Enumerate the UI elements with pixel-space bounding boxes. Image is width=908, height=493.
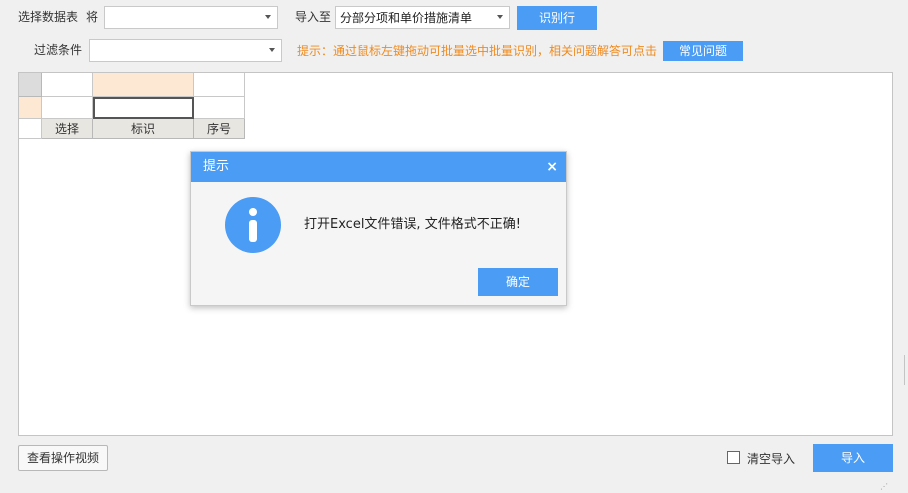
close-icon[interactable]: × [546, 152, 558, 182]
chevron-down-icon [265, 15, 271, 19]
grid-row-header-selected[interactable] [19, 97, 42, 119]
resize-grip-icon[interactable]: ⋰ [880, 482, 892, 492]
clear-import-label: 清空导入 [747, 452, 796, 466]
import-target-value: 分部分项和单价措施清单 [340, 11, 473, 25]
grid-col-header[interactable] [194, 73, 245, 97]
scrollbar-edge [904, 355, 908, 385]
dialog-message: 打开Excel文件错误, 文件格式不正确! [304, 217, 521, 232]
identify-row-button[interactable]: 识别行 [517, 6, 597, 30]
view-video-button[interactable]: 查看操作视频 [18, 445, 108, 471]
jiang-label: 将 [86, 10, 99, 24]
grid-cell[interactable] [42, 97, 93, 119]
sheet-select[interactable] [104, 6, 278, 29]
select-sheet-label: 选择数据表 [18, 10, 79, 24]
import-to-label: 导入至 [295, 10, 332, 24]
hint-text: 提示：通过鼠标左键拖动可批量选中批量识别，相关问题解答可点击 [297, 44, 658, 58]
grid-cell-active[interactable] [93, 97, 194, 119]
grid-col-header-selected[interactable] [93, 73, 194, 97]
confirm-button[interactable]: 确定 [478, 268, 558, 296]
clear-import-checkbox[interactable] [727, 451, 740, 464]
grid-corner[interactable] [19, 73, 42, 97]
column-header-seq[interactable]: 序号 [194, 119, 245, 139]
import-button[interactable]: 导入 [813, 444, 893, 472]
dialog-title: 提示 [203, 159, 230, 174]
grid-cell[interactable] [194, 97, 245, 119]
column-header-mark[interactable]: 标识 [93, 119, 194, 139]
grid-row-header[interactable] [19, 119, 42, 139]
chevron-down-icon [269, 48, 275, 52]
dialog-title-bar: 提示 × [191, 152, 566, 182]
grid-col-header[interactable] [42, 73, 93, 97]
chevron-down-icon [497, 15, 503, 19]
import-target-select[interactable]: 分部分项和单价措施清单 [335, 6, 510, 29]
message-dialog: 提示 × 打开Excel文件错误, 文件格式不正确! 确定 [190, 151, 567, 306]
column-header-select[interactable]: 选择 [42, 119, 93, 139]
filter-select[interactable] [89, 39, 282, 62]
faq-button[interactable]: 常见问题 [663, 41, 743, 61]
info-icon [225, 197, 281, 253]
filter-label: 过滤条件 [34, 43, 83, 57]
